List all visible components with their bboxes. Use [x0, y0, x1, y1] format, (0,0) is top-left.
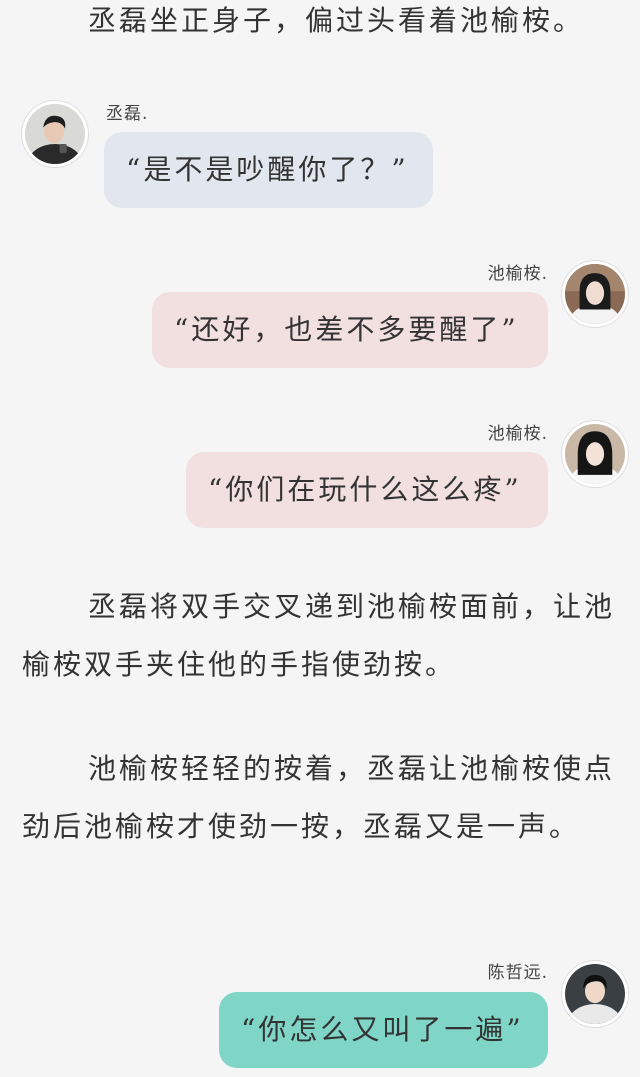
avatar-chenglei-icon [25, 104, 85, 164]
narration-paragraph: 丞磊坐正身子，偏过头看着池榆桉。 [88, 4, 585, 37]
avatar-chiyuan-icon [565, 264, 625, 324]
narration-paragraph: 丞磊将双手交叉递到池榆桉面前，让池榆桉双手夹住他的手指使劲按。 [22, 590, 616, 681]
avatar-chiyuan[interactable] [562, 261, 628, 327]
message-bubble: “还好，也差不多要醒了” [152, 292, 548, 368]
avatar-chenzheyuan-icon [565, 964, 625, 1024]
avatar-chenglei[interactable] [22, 101, 88, 167]
avatar-chiyuan-icon [565, 424, 625, 484]
avatar-chenzheyuan[interactable] [562, 961, 628, 1027]
narration-paragraph: 池榆桉轻轻的按着，丞磊让池榆桉使点劲后池榆桉才使劲一按，丞磊又是一声。 [22, 752, 616, 843]
sender-name: 陈哲远. [487, 963, 548, 983]
message-bubble: “你们在玩什么这么疼” [186, 452, 548, 528]
message-bubble: “是不是吵醒你了？” [104, 132, 433, 208]
message-bubble: “你怎么又叫了一遍” [219, 992, 548, 1068]
avatar-chiyuan[interactable] [562, 421, 628, 487]
sender-name: 池榆桉. [487, 424, 548, 444]
sender-name: 丞磊. [106, 104, 149, 124]
sender-name: 池榆桉. [487, 264, 548, 284]
